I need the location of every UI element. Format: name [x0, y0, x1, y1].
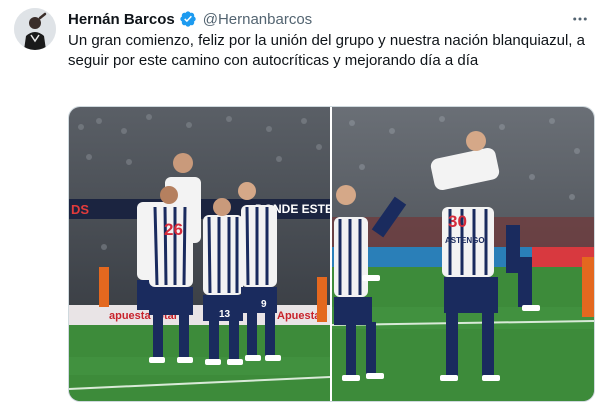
jersey-number-9: 9 — [261, 299, 267, 310]
author-avatar[interactable] — [14, 8, 56, 50]
jersey-name: ASTENGO — [445, 236, 485, 245]
tweet-header: Hernán Barcos @Hernanbarcos — [68, 8, 312, 30]
tweet-text: Un gran comienzo, feliz por la unión del… — [68, 32, 585, 69]
author-name[interactable]: Hernán Barcos — [68, 11, 175, 28]
more-options-icon[interactable] — [569, 8, 591, 30]
banner-left-text: DS — [71, 202, 89, 217]
photo-celebration-lift[interactable]: 30 ASTENGO — [332, 107, 594, 401]
tweet-media[interactable]: DS DONDE ESTE apuesta total Apuesta 26 1… — [68, 106, 595, 402]
jersey-number-26: 26 — [164, 220, 183, 239]
tweet-card[interactable]: Hernán Barcos @Hernanbarcos Un gran comi… — [0, 0, 609, 412]
author-handle[interactable]: @Hernanbarcos — [203, 11, 312, 28]
photo-celebration-group[interactable]: DS DONDE ESTE apuesta total Apuesta 26 1… — [69, 107, 330, 401]
jersey-number-30: 30 — [448, 212, 467, 231]
verified-badge-icon — [179, 10, 197, 28]
jersey-number-13: 13 — [219, 309, 231, 320]
board-text-2: Apuesta — [277, 310, 321, 322]
